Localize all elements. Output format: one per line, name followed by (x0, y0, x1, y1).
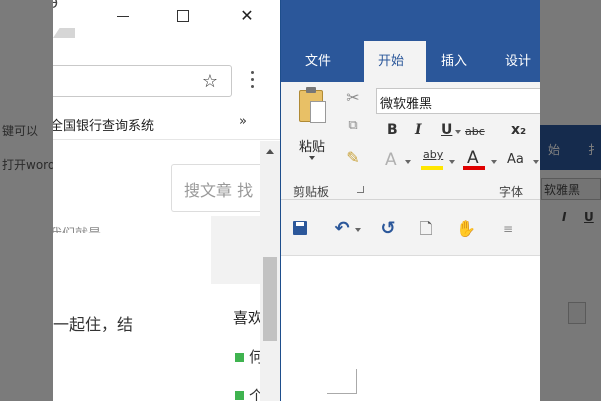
page-margin-mark (327, 369, 357, 394)
scrollbar-thumb[interactable] (263, 257, 277, 341)
sidebar-block (211, 216, 261, 284)
bookmarks-overflow-button[interactable]: » (239, 114, 247, 129)
change-case-dropdown-icon[interactable] (533, 160, 539, 164)
bookmarks-bar: 全国银行查询系统 » (53, 108, 280, 140)
print-preview-icon[interactable]: 🗋 (415, 218, 437, 240)
document-page[interactable] (281, 257, 540, 401)
list-bullet-icon (235, 391, 244, 400)
highlight-button[interactable]: aby (423, 148, 443, 161)
paste-dropdown-icon[interactable] (309, 156, 315, 160)
font-color-dropdown-icon[interactable] (491, 160, 497, 164)
text-effects-dropdown-icon[interactable] (405, 160, 411, 164)
font-name-field[interactable]: 微软雅黑 (376, 88, 540, 114)
browser-menu-icon[interactable] (249, 71, 257, 93)
touch-mode-icon[interactable]: ✋ (455, 218, 477, 240)
undo-dropdown-icon[interactable] (355, 228, 361, 232)
tab-home[interactable]: 开始 (364, 41, 426, 82)
chrome-logo-icon: ϴ (53, 0, 58, 12)
paste-button[interactable]: 粘贴 (299, 136, 325, 155)
browser-window: ϴ ✕ ☆ 全国银行查询系统 » 搜文章 找 我们就是 一起住，结 喜欢 (53, 0, 280, 401)
tab-home-label: 开始 (378, 54, 405, 69)
minimize-button[interactable] (111, 4, 135, 28)
minimize-icon (117, 16, 129, 17)
page-scrollbar[interactable] (260, 141, 280, 401)
subscript-button[interactable]: x₂ (511, 122, 526, 138)
close-icon: ✕ (240, 6, 254, 25)
redo-icon[interactable]: ↺ (377, 218, 399, 240)
highlight-color-swatch (421, 166, 443, 170)
undo-icon[interactable]: ↶ (331, 218, 353, 240)
word-ribbon-header: 文件 开始 插入 设计 (281, 0, 540, 82)
bookmark-item[interactable]: 全国银行查询系统 (53, 115, 154, 134)
browser-toolbar: ☆ (53, 56, 280, 106)
font-color-button[interactable]: A (467, 148, 479, 168)
search-placeholder: 搜文章 找 (184, 181, 254, 200)
sidebar-heading: 喜欢 (233, 309, 264, 327)
word-window: 文件 开始 插入 设计 粘贴 ✂ ⧉ ✎ 剪贴板 微软雅黑 B I U abc … (280, 0, 540, 401)
tab-file[interactable]: 文件 (305, 50, 331, 69)
tab-design[interactable]: 设计 (505, 50, 531, 69)
underline-button[interactable]: U (441, 122, 452, 138)
ribbon-home-panel: 粘贴 ✂ ⧉ ✎ 剪贴板 微软雅黑 B I U abc x₂ A aby A A… (281, 82, 540, 200)
close-button[interactable]: ✕ (235, 4, 259, 28)
bookmark-star-icon[interactable]: ☆ (197, 69, 223, 95)
cut-icon[interactable]: ✂ (343, 88, 363, 107)
customize-icon[interactable]: ≡ (497, 218, 519, 240)
bold-button[interactable]: B (387, 122, 398, 138)
partial-text-line: 我们就是 (53, 223, 101, 233)
browser-titlebar: ϴ ✕ (53, 0, 280, 38)
italic-button[interactable]: I (415, 122, 422, 138)
clipboard-group-label: 剪贴板 (293, 185, 330, 199)
maximize-icon (177, 10, 189, 22)
font-color-swatch (463, 166, 485, 170)
format-painter-icon[interactable]: ✎ (343, 148, 363, 167)
save-icon[interactable] (293, 221, 307, 235)
change-case-button[interactable]: Aa (507, 152, 524, 167)
font-name-value: 微软雅黑 (380, 97, 433, 112)
clipboard-launcher-icon[interactable] (357, 186, 364, 193)
underline-dropdown-icon[interactable] (455, 130, 461, 134)
paste-icon[interactable] (299, 87, 326, 123)
copy-icon[interactable]: ⧉ (343, 118, 363, 133)
highlight-dropdown-icon[interactable] (449, 160, 455, 164)
page-content: 搜文章 找 我们就是 一起住，结 喜欢 何 个 (53, 141, 280, 401)
scroll-up-arrow-icon[interactable] (266, 149, 274, 154)
article-text: 一起住，结 (53, 315, 134, 334)
maximize-button[interactable] (171, 4, 195, 28)
list-bullet-icon (235, 353, 244, 362)
address-bar[interactable]: ☆ (53, 65, 232, 97)
browser-tab[interactable] (53, 28, 75, 38)
quick-access-toolbar: ↶ ↺ 🗋 ✋ ≡ (281, 200, 540, 256)
strikethrough-button[interactable]: abc (465, 125, 485, 138)
tab-insert[interactable]: 插入 (441, 50, 467, 69)
font-group-label: 字体 (499, 185, 524, 199)
text-effects-button[interactable]: A (385, 150, 397, 170)
